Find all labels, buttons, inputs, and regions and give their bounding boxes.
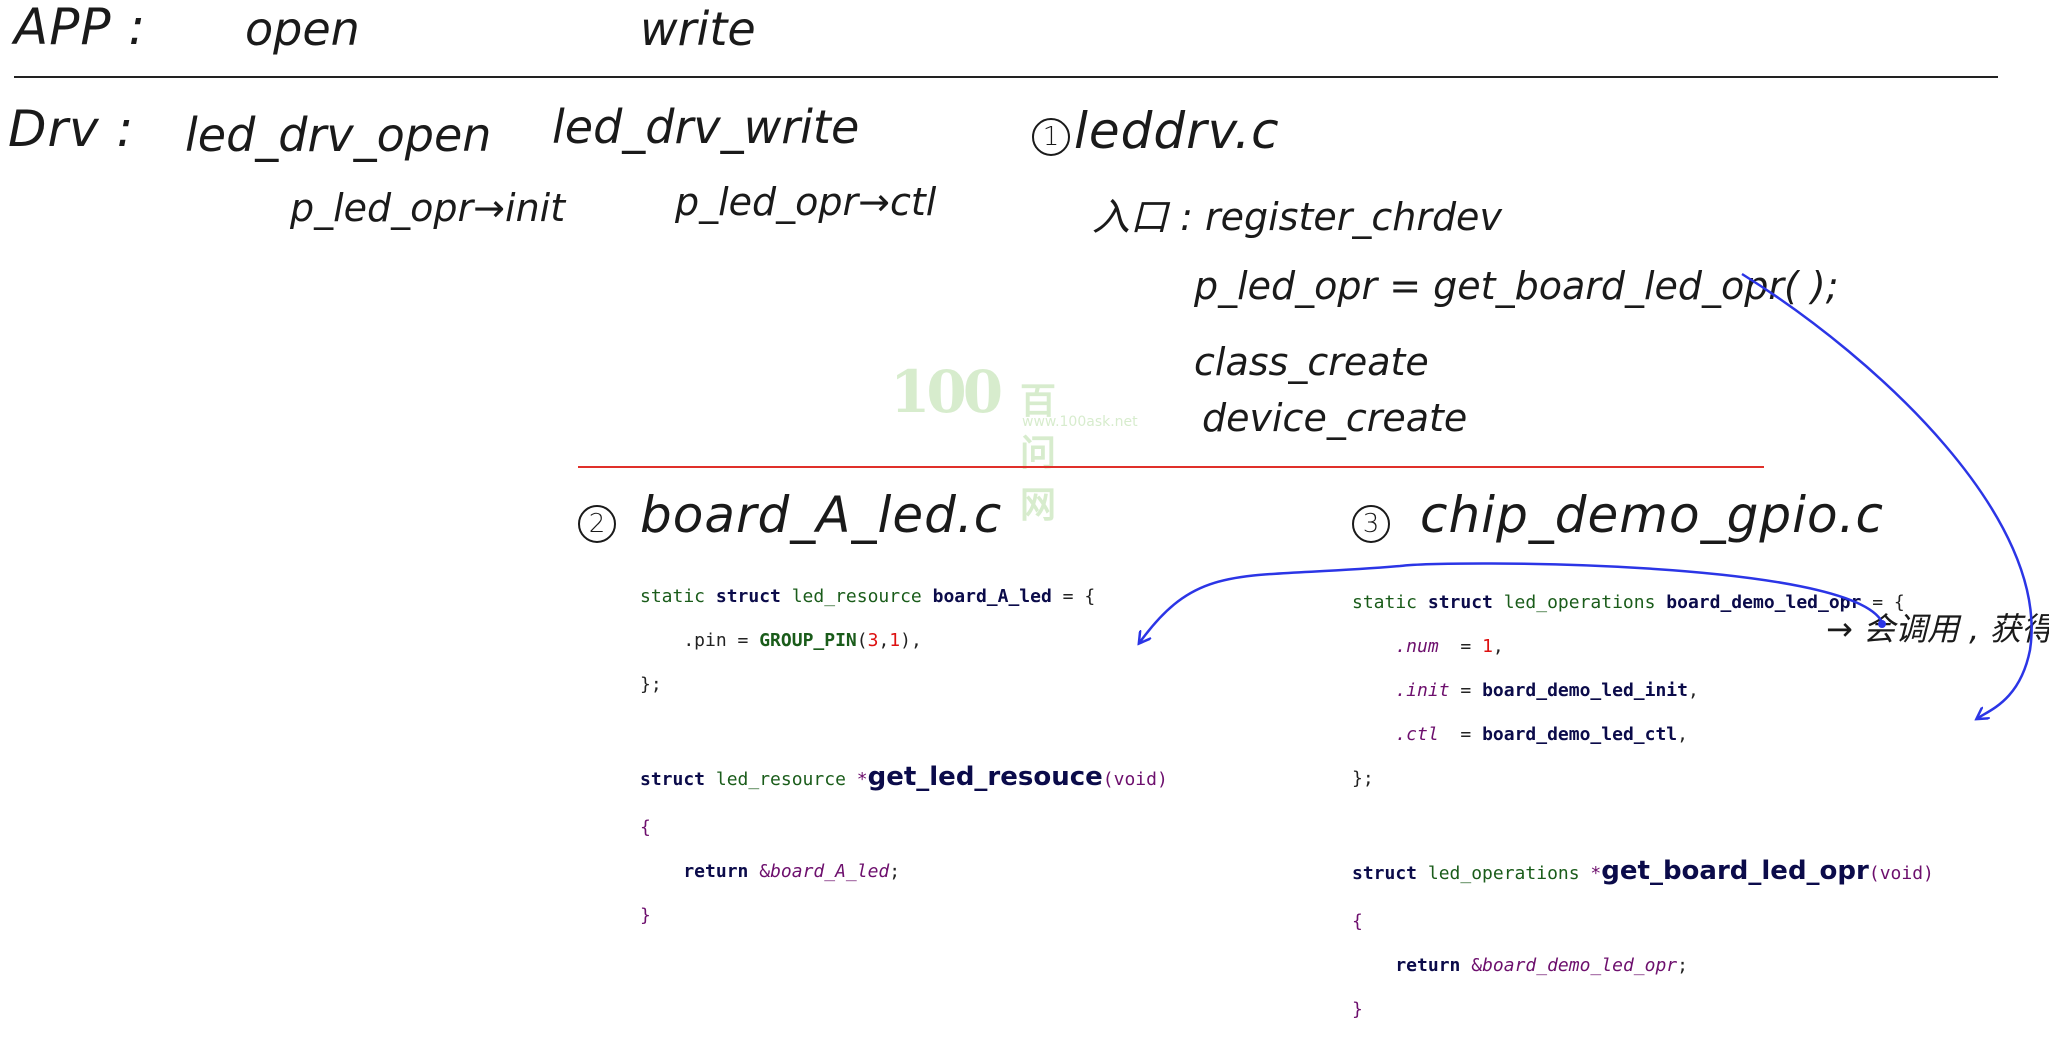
watermark-logo: 100 百问网 www.100ask.net [890,358,1138,526]
board-code-line-6: { [640,817,651,838]
code-token: = [1449,724,1483,745]
code-token: (void) [1868,863,1934,884]
leddrv-entry: 入口 : register_chrdev [1092,195,1502,239]
board-code-block: static struct led_resource board_A_led =… [640,564,1168,949]
section-divider [578,466,1764,468]
code-token: .pin = [640,630,760,651]
leddrv-device-create: device_create [1202,396,1468,440]
chip-code-line-8: { [1352,911,1363,932]
board-number-badge: 2 [578,505,616,543]
leddrv-filename: leddrv.c [1074,102,1280,160]
code-token: .num [1352,636,1461,657]
code-token: * [1590,863,1602,884]
code-token: struct [1427,592,1504,613]
drv-write-call: p_led_opr→ctl [675,180,937,224]
code-token: led_operations [1427,863,1591,884]
code-token: = [1449,680,1483,701]
drv-open-fn: led_drv_open [185,108,492,162]
board-code-line-1: static struct led_resource board_A_led =… [640,586,1168,608]
chip-code-line-10: } [1352,999,1363,1020]
code-token: , [1492,636,1504,657]
drv-open-call: p_led_opr→init [290,186,566,230]
board-code-line-2: .pin = GROUP_PIN(3,1), [640,630,1168,652]
code-token: ( [856,630,868,651]
watermark-logo-number: 100 [890,358,1003,426]
code-token: & [1471,955,1483,976]
chip-code-line-9: return &board_demo_led_opr; [1352,955,1934,977]
code-token: led_resource [715,769,857,790]
chip-code-line-5: }; [1352,768,1374,789]
code-token: board_demo_led_ctl [1482,724,1678,745]
code-token: board_demo_led_opr [1482,955,1678,976]
code-token: GROUP_PIN [759,630,857,651]
leddrv-number-badge: 1 [1032,118,1070,156]
board-filename: board_A_led.c [640,486,1003,544]
code-token: 3 [867,630,879,651]
code-token: board_A_led [770,861,890,882]
app-divider [14,76,1998,78]
drv-label: Drv : [8,100,135,158]
code-token: ), [900,630,922,651]
code-token: led_operations [1503,592,1667,613]
board-code-line-8: } [640,905,651,926]
code-token: static [640,586,716,607]
code-token: struct [715,586,792,607]
code-token: = { [1051,586,1096,607]
code-token: * [856,769,868,790]
watermark-logo-text: 百问网 [1020,380,1059,526]
code-token: .ctl [1352,724,1450,745]
chip-code-line-3: .init = board_demo_led_init, [1352,680,1934,702]
code-token: (void) [1102,769,1168,790]
code-token: ; [1677,955,1688,976]
app-write-label: write [640,2,756,56]
chip-number-badge: 3 [1352,505,1390,543]
board-code-line-5: struct led_resource *get_led_resouce(voi… [640,762,1168,795]
code-token: board_A_led [932,586,1052,607]
code-token: & [759,861,771,882]
chip-code-line-7: struct led_operations *get_board_led_opr… [1352,856,1934,889]
board-code-line-3: }; [640,674,662,695]
code-token: 1 [889,630,901,651]
code-token: get_board_led_opr [1601,856,1869,886]
chip-code-line-4: .ctl = board_demo_led_ctl, [1352,724,1934,746]
chip-call-note: → 会调用 , 获得引脚 [1826,610,2049,648]
app-open-label: open [245,2,360,56]
code-token: , [1687,680,1699,701]
code-token: struct [640,769,716,790]
code-token: .init [1352,680,1450,701]
code-token: led_resource [791,586,933,607]
code-token: board_demo_led_init [1482,680,1688,701]
drv-write-fn: led_drv_write [552,100,860,154]
code-token: = [1460,636,1483,657]
board-code-line-7: return &board_A_led; [640,861,1168,883]
leddrv-get-line: p_led_opr = get_board_led_opr( ); [1194,264,1839,308]
code-token: return [640,861,760,882]
app-label: APP : [14,0,147,56]
watermark-url: www.100ask.net [1022,414,1138,430]
code-token: ; [889,861,901,882]
code-token: struct [1352,863,1428,884]
code-token: static [1352,592,1428,613]
code-token: 1 [1482,636,1493,657]
chip-filename: chip_demo_gpio.c [1420,486,1884,544]
leddrv-class-create: class_create [1194,340,1429,384]
code-token: return [1352,955,1472,976]
code-token: , [878,630,890,651]
code-token: , [1677,724,1688,745]
code-token: get_led_resouce [867,762,1103,792]
